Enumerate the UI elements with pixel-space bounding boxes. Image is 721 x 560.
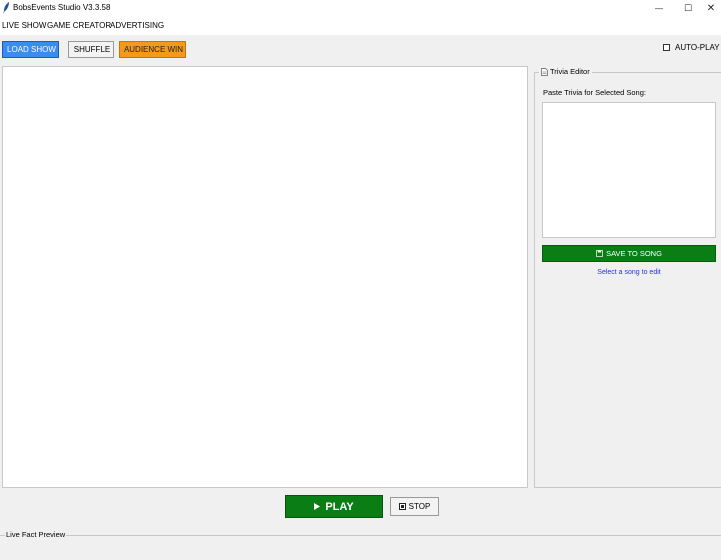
tab-bar: LIVE SHOW GAME CREATOR ADVERTISING — [0, 17, 721, 35]
tab-advertising[interactable]: ADVERTISING — [110, 21, 164, 30]
shuffle-label: SHUFFLE — [73, 45, 111, 54]
play-label: PLAY — [325, 500, 354, 513]
load-show-button[interactable]: LOAD SHOW — [2, 41, 59, 58]
maximize-icon: ☐ — [683, 3, 693, 13]
stop-button[interactable]: STOP — [390, 497, 439, 516]
live-fact-preview-title: Live Fact Preview — [5, 530, 67, 539]
auto-play-label: AUTO-PLAY — [675, 43, 720, 52]
song-list-panel[interactable] — [2, 66, 528, 488]
auto-play-checkbox[interactable]: AUTO-PLAY — [663, 43, 720, 52]
audience-win-button[interactable]: AUDIENCE WIN — [119, 41, 186, 58]
audience-win-label: AUDIENCE WIN — [123, 45, 184, 54]
window-title: BobsEvents Studio V3.3.58 — [13, 3, 111, 12]
title-bar: BobsEvents Studio V3.3.58 — ☐ ✕ — [0, 0, 721, 17]
close-button[interactable]: ✕ — [698, 0, 721, 17]
live-fact-preview-frame — [0, 535, 721, 560]
save-to-song-button[interactable]: SAVE TO SONG — [542, 245, 716, 262]
feather-icon — [3, 2, 9, 14]
close-icon: ✕ — [706, 3, 716, 14]
toolbar: LOAD SHOW SHUFFLE AUDIENCE WIN AUTO-PLAY — [0, 35, 721, 63]
stop-label: STOP — [408, 502, 431, 511]
save-to-song-label: SAVE TO SONG — [606, 249, 662, 258]
play-button[interactable]: PLAY — [285, 495, 383, 518]
minimize-button[interactable]: — — [646, 0, 672, 17]
save-icon — [596, 250, 603, 257]
play-icon — [314, 503, 321, 510]
checkbox-box[interactable] — [663, 44, 670, 51]
note-icon — [541, 67, 548, 76]
tab-game-creator[interactable]: GAME CREATOR — [47, 21, 111, 30]
tab-live-show[interactable]: LIVE SHOW — [2, 21, 46, 30]
trivia-editor-title-text: Trivia Editor — [550, 67, 590, 76]
trivia-prompt-label: Paste Trivia for Selected Song: — [543, 88, 646, 97]
trivia-editor-title: Trivia Editor — [539, 67, 592, 76]
minimize-icon: — — [655, 4, 663, 13]
load-show-label: LOAD SHOW — [7, 45, 56, 54]
select-song-hint: Select a song to edit — [597, 269, 661, 276]
stop-icon — [398, 503, 406, 510]
shuffle-button[interactable]: SHUFFLE — [68, 41, 114, 58]
trivia-text-area[interactable] — [542, 102, 716, 238]
